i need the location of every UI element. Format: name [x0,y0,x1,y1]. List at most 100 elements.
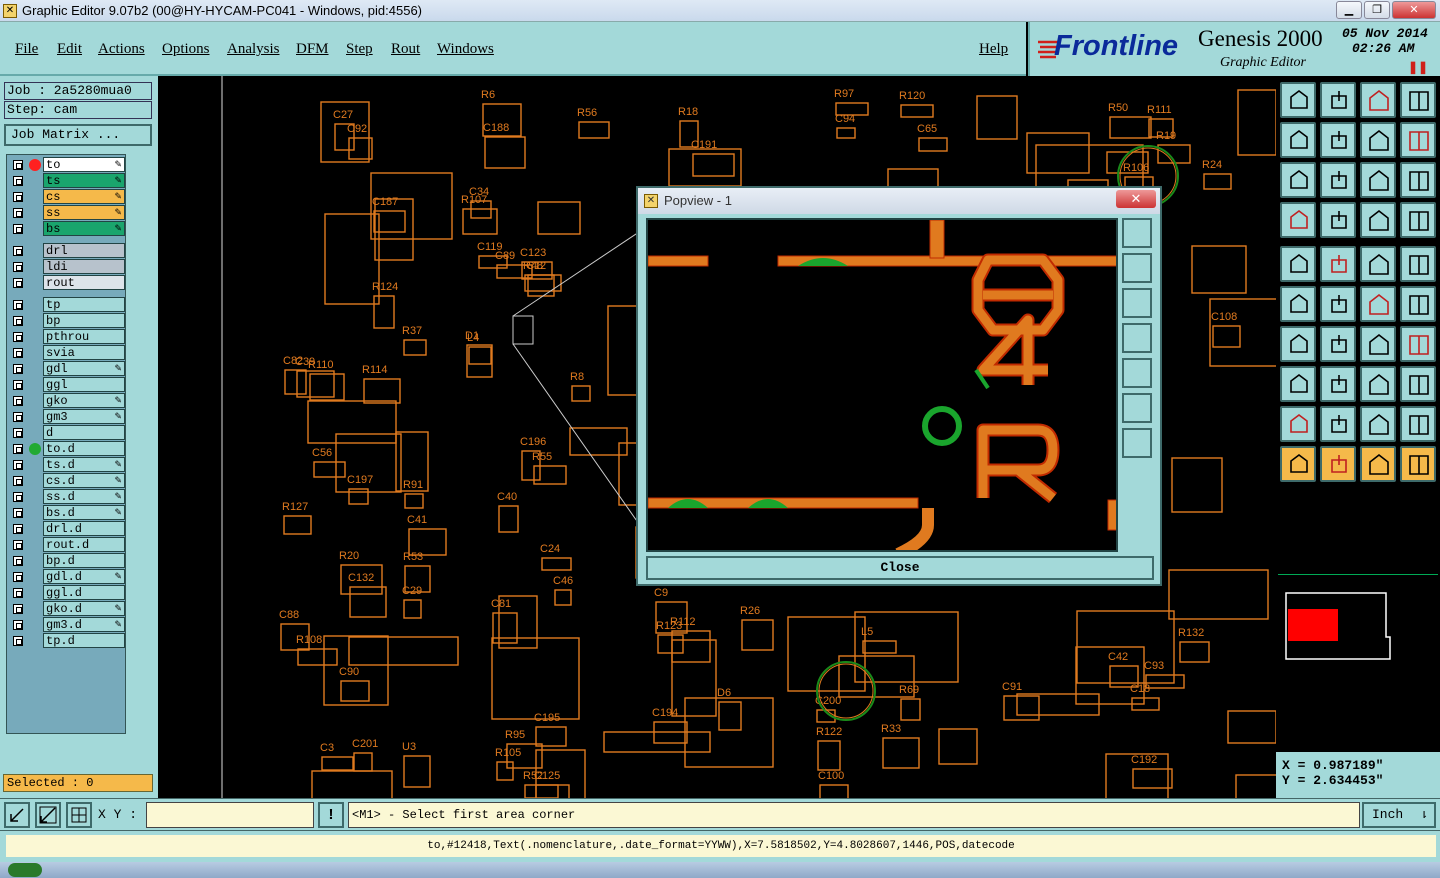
select-tool-icon[interactable] [1320,446,1356,482]
layer-name[interactable]: cs.d [43,473,125,488]
line-tool-icon[interactable] [1320,246,1356,282]
layer-name[interactable]: ggl [43,377,125,392]
popview-zoom-view[interactable] [646,218,1118,552]
fit-tool-icon[interactable] [1280,162,1316,198]
menu-step[interactable]: Step [346,41,373,58]
shape-tool-icon[interactable] [1400,366,1436,402]
layer-row-gdl[interactable]: gdl ✎ [9,361,125,377]
layer-name[interactable]: bp [43,313,125,328]
layer-row-drl-d[interactable]: drl.d [9,521,125,537]
split-tool-icon[interactable] [1400,326,1436,362]
layer-checkbox[interactable] [13,208,23,218]
center-tool-icon[interactable] [1360,366,1396,402]
layer-row-cs[interactable]: cs ✎ [9,189,125,205]
layer-checkbox[interactable] [13,364,23,374]
layer-name[interactable]: ts [43,173,125,188]
layer-name[interactable]: ggl.d [43,585,125,600]
layer-name[interactable]: gm3.d [43,617,125,632]
scale-tool-icon[interactable] [1360,162,1396,198]
layer-name[interactable]: cs [43,189,125,204]
layer-checkbox[interactable] [13,192,23,202]
layer-scrollbar[interactable] [128,154,154,744]
layer-name[interactable]: rout [43,275,125,290]
grid-icon[interactable] [66,802,92,828]
layer-checkbox[interactable] [13,492,23,502]
layer-name[interactable]: bs.d [43,505,125,520]
layer-row-ggl-d[interactable]: ggl.d [9,585,125,601]
move-pad-tool-icon[interactable] [1280,366,1316,402]
layer-name[interactable]: bs [43,221,125,236]
layer-name[interactable]: to [43,157,125,172]
layer-name[interactable]: ts.d [43,457,125,472]
tri-b-tool-icon[interactable] [1320,406,1356,442]
popview-tool-1-button[interactable] [1122,218,1152,248]
layer-checkbox[interactable] [13,224,23,234]
layer-name[interactable]: gm3 [43,409,125,424]
start-button[interactable] [8,863,42,877]
layer-name[interactable]: drl [43,243,125,258]
minimize-button[interactable]: ▁ [1336,1,1362,19]
layer-checkbox[interactable] [13,262,23,272]
layer-name[interactable]: rout.d [43,537,125,552]
menu-file[interactable]: File [15,41,38,58]
layer-checkbox[interactable] [13,476,23,486]
layer-checkbox[interactable] [13,396,23,406]
layer-name[interactable]: d [43,425,125,440]
route-tool-icon[interactable] [1400,446,1436,482]
home-tool-icon[interactable] [1280,82,1316,118]
flip-tool-icon[interactable] [1360,122,1396,158]
move-tool-icon[interactable] [1320,162,1356,198]
layer-checkbox[interactable] [13,524,23,534]
layer-checkbox[interactable] [13,160,23,170]
layer-checkbox[interactable] [13,176,23,186]
layer-name[interactable]: drl.d [43,521,125,536]
pad-tool-icon[interactable] [1280,246,1316,282]
house-tool-icon[interactable] [1360,82,1396,118]
layer-checkbox[interactable] [13,300,23,310]
layer-row-pthrou[interactable]: pthrou [9,329,125,345]
tri-a-tool-icon[interactable] [1280,406,1316,442]
layer-row-bp-d[interactable]: bp.d [9,553,125,569]
close-window-button[interactable]: ✕ [1392,1,1436,19]
slope-tool-icon[interactable] [1320,326,1356,362]
layer-name[interactable]: gdl [43,361,125,376]
pointer-tool-icon[interactable] [1280,446,1316,482]
layer-checkbox[interactable] [13,246,23,256]
tri-c-tool-icon[interactable] [1360,406,1396,442]
layer-row-gm3-d[interactable]: gm3.d ✎ [9,617,125,633]
menu-help[interactable]: Help [979,41,1008,58]
layer-checkbox[interactable] [13,540,23,550]
layer-name[interactable]: pthrou [43,329,125,344]
axis-tool-icon[interactable] [1320,366,1356,402]
menu-actions[interactable]: Actions [98,41,145,58]
layer-row-bs[interactable]: bs ✎ [9,221,125,237]
layer-checkbox[interactable] [13,508,23,518]
layer-checkbox[interactable] [13,412,23,422]
help-tool-icon[interactable] [1400,162,1436,198]
net-b-tool-icon[interactable] [1400,202,1436,238]
popview-tool-6-button[interactable] [1122,393,1152,423]
layer-name[interactable]: bp.d [43,553,125,568]
layer-row-rout-d[interactable]: rout.d [9,537,125,553]
zoom-fit-icon[interactable] [4,802,30,828]
restore-button[interactable]: ❐ [1364,1,1390,19]
layer-name[interactable]: ldi [43,259,125,274]
layer-row-svia[interactable]: svia [9,345,125,361]
measure-icon[interactable] [35,802,61,828]
popview-close-icon[interactable]: ✕ [1116,190,1156,208]
mini-map[interactable] [1278,574,1438,750]
cross-tool-icon[interactable] [1320,286,1356,322]
layer-checkbox[interactable] [13,572,23,582]
layer-name[interactable]: ss [43,205,125,220]
layer-row-ss[interactable]: ss ✎ [9,205,125,221]
popview-tool-2-button[interactable] [1122,253,1152,283]
alert-icon[interactable]: ! [318,802,344,828]
menu-edit[interactable]: Edit [57,41,82,58]
ruler-tool-icon[interactable] [1360,246,1396,282]
layer-checkbox[interactable] [13,636,23,646]
layer-row-ggl[interactable]: ggl [9,377,125,393]
angle-tool-icon[interactable] [1280,326,1316,362]
right-tool-icon[interactable] [1320,122,1356,158]
job-matrix-button[interactable]: Job Matrix ... [4,124,152,146]
layer-row-rout[interactable]: rout [9,275,125,291]
